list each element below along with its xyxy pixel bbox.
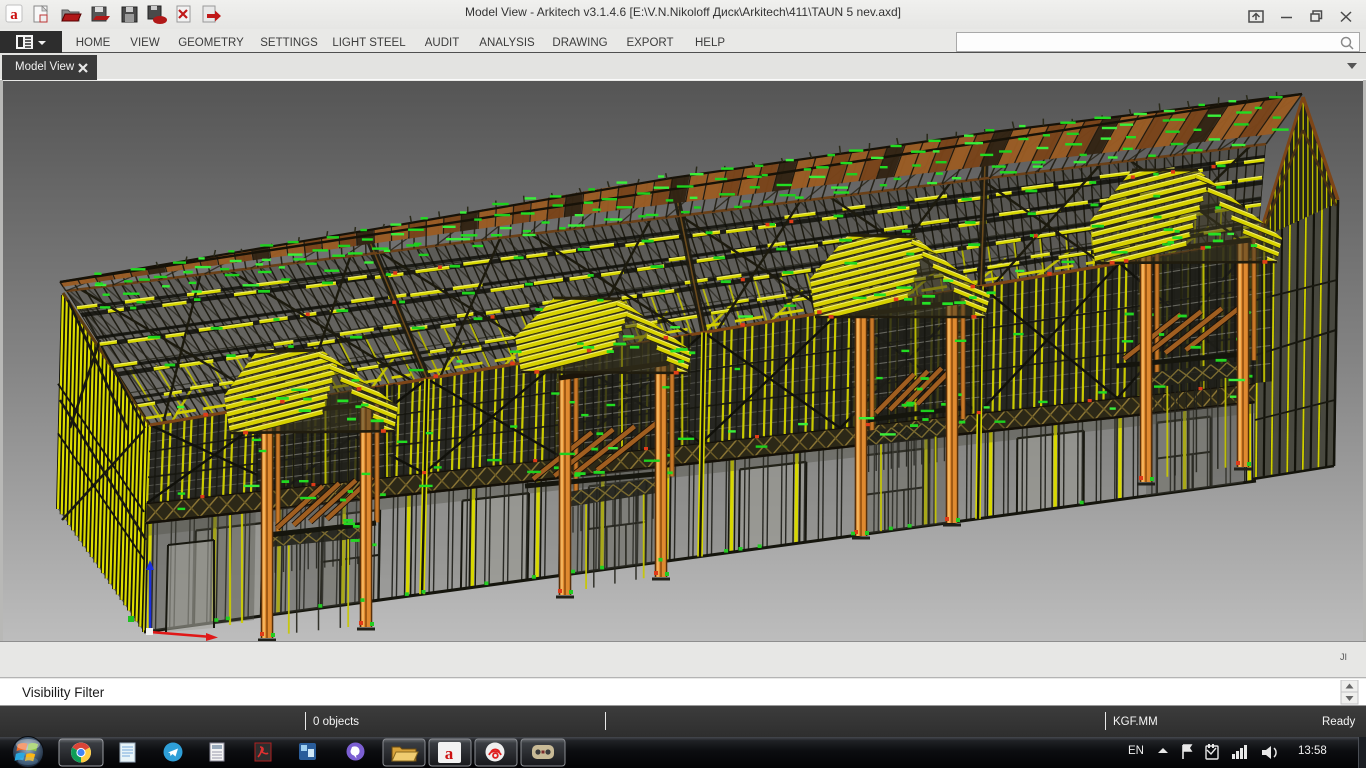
svg-text:a: a	[445, 744, 454, 763]
